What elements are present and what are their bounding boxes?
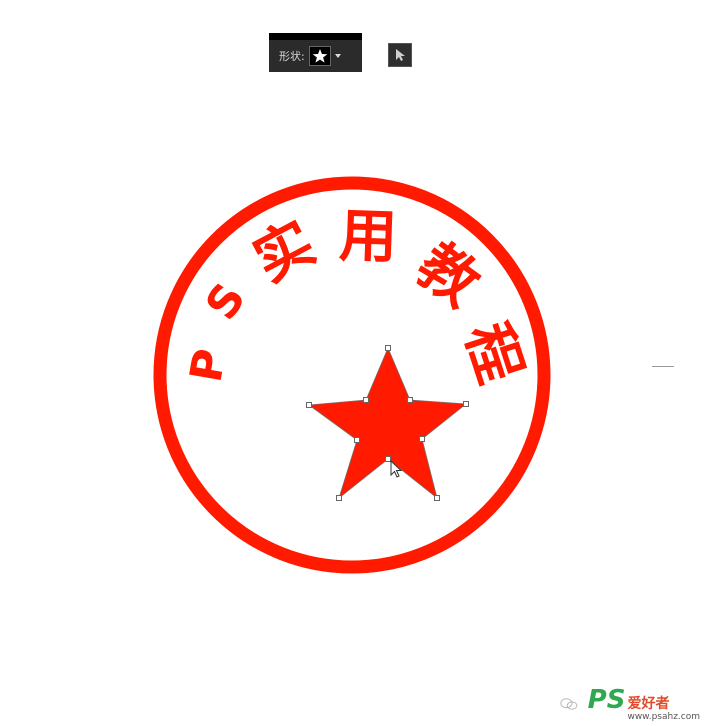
chat-icon	[560, 698, 578, 710]
watermark-logo: PS 爱好者 www.psahz.com	[588, 687, 700, 722]
watermark-site-name: 爱好者	[627, 695, 670, 712]
arc-char-cheng: 程	[452, 315, 535, 391]
arc-char-shi: 实	[243, 208, 326, 295]
star-shape[interactable]	[306, 345, 469, 501]
seal-artwork: P S 实 用 教 程	[153, 176, 551, 574]
watermark-ps: PS	[587, 684, 626, 715]
arc-char-p: P	[181, 345, 237, 386]
watermark-url: www.psahz.com	[627, 711, 700, 722]
arc-char-jiao: 教	[405, 230, 492, 319]
watermark: PS 爱好者 www.psahz.com	[560, 684, 700, 724]
arc-char-yong: 用	[338, 201, 398, 271]
canvas: 形状: P S 实 用 教 程 PS 爱好者 www.psahz.com	[0, 0, 705, 726]
star-icon[interactable]	[307, 346, 468, 500]
arc-char-s: S	[196, 274, 256, 329]
